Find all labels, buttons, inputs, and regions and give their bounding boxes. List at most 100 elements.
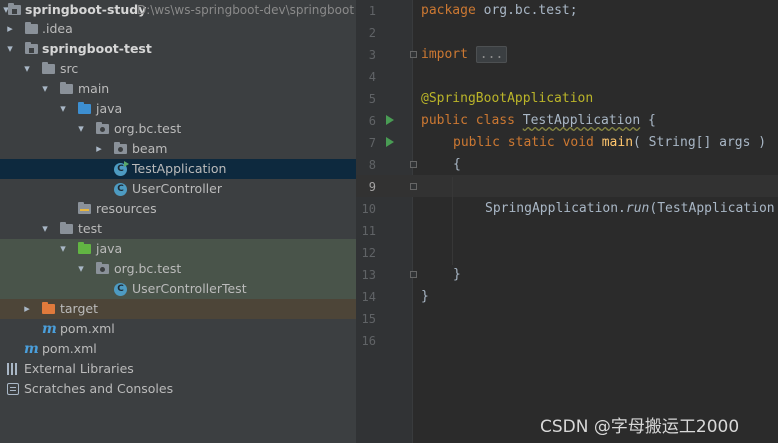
tree-item-target[interactable]: ▸ target: [0, 299, 356, 319]
line-number: 14: [361, 290, 376, 304]
line-number: 13: [361, 268, 376, 282]
source-folder-icon: [78, 102, 91, 114]
resources-folder-icon: [78, 202, 91, 214]
tree-item-label: src: [60, 61, 79, 76]
fold-icon[interactable]: [410, 271, 417, 278]
project-path: D:\ws\ws-springboot-dev\springboot: [137, 3, 355, 17]
tree-item-springboot-test[interactable]: ▾ springboot-test: [0, 39, 356, 59]
project-tree: ▾ springboot-study D:\ws\ws-springboot-d…: [0, 0, 356, 443]
code-text: (TestApplication: [649, 201, 775, 216]
tree-item-label: main: [78, 81, 110, 96]
chevron-down-icon[interactable]: ▾: [22, 59, 32, 79]
tree-item-java-main[interactable]: ▾ java: [0, 99, 356, 119]
tree-item-label: External Libraries: [24, 361, 134, 376]
keyword: public static void: [453, 135, 602, 150]
module-icon: [25, 42, 38, 54]
tree-item-label: TestApplication: [132, 161, 227, 176]
code-line-8: public static void main( String[] args ): [453, 132, 766, 154]
tree-item-label: org.bc.test: [114, 121, 182, 136]
method-call: run: [625, 201, 650, 216]
chevron-down-icon[interactable]: ▾: [76, 259, 86, 279]
tree-item-java-test[interactable]: ▾ java: [0, 239, 356, 259]
test-folder-icon: [78, 242, 91, 254]
tree-item-package-test[interactable]: ▾ org.bc.test: [0, 259, 356, 279]
class-name: TestApplication: [522, 113, 641, 128]
tree-item-pom-root[interactable]: m pom.xml: [0, 339, 356, 359]
tree-item-label: java: [96, 101, 123, 116]
run-icon[interactable]: [386, 115, 394, 125]
tree-item-external-libraries[interactable]: External Libraries: [0, 359, 356, 379]
folder-icon: [60, 222, 73, 234]
tree-item-test[interactable]: ▾ test: [0, 219, 356, 239]
code-line-11: SpringApplication.run(TestApplication: [485, 198, 775, 220]
code-line-1: package org.bc.test;: [421, 0, 578, 22]
chevron-down-icon[interactable]: ▾: [40, 219, 50, 239]
run-icon[interactable]: [386, 137, 394, 147]
tree-item-usercontroller[interactable]: C UserController: [0, 179, 356, 199]
code-text: SpringApplication.: [485, 201, 626, 216]
tree-item-springboot-study[interactable]: ▾ springboot-study D:\ws\ws-springboot-d…: [0, 0, 356, 20]
code-line-15: }: [421, 289, 429, 304]
tree-item-usercontrollertest[interactable]: C UserControllerTest: [0, 279, 356, 299]
tree-item-package-main[interactable]: ▾ org.bc.test: [0, 119, 356, 139]
code-line-3: import ...: [421, 44, 508, 66]
package-icon: [114, 142, 127, 154]
line-number: 10: [361, 202, 376, 216]
chevron-down-icon[interactable]: ▾: [76, 119, 86, 139]
keyword: public class: [421, 113, 523, 128]
tree-item-beam[interactable]: ▸ beam: [0, 139, 356, 159]
indent-guide: [452, 177, 453, 265]
fold-icon[interactable]: [410, 51, 417, 58]
fold-icon[interactable]: [410, 161, 417, 168]
tree-item-label: resources: [96, 201, 157, 216]
chevron-right-icon[interactable]: ▸: [94, 139, 104, 159]
tree-item-label: Scratches and Consoles: [24, 381, 174, 396]
line-number: 5: [368, 92, 376, 106]
line-number: 8: [368, 158, 376, 172]
keyword: import: [421, 47, 468, 62]
tree-item-testapplication[interactable]: C TestApplication: [0, 159, 356, 179]
line-number: 12: [361, 246, 376, 260]
chevron-down-icon[interactable]: ▾: [58, 99, 68, 119]
code-line-6: @SpringBootApplication: [421, 88, 593, 110]
line-number: 11: [361, 224, 376, 238]
tree-item-scratches[interactable]: Scratches and Consoles: [0, 379, 356, 399]
class-icon: C: [114, 183, 127, 196]
method-name: main: [601, 135, 634, 150]
chevron-down-icon[interactable]: ▾: [5, 39, 15, 59]
code-text: org.bc.test;: [475, 3, 578, 18]
folded-imports[interactable]: ...: [475, 46, 508, 63]
code-line-9: {: [453, 157, 461, 172]
tree-item-pom-module[interactable]: m pom.xml: [0, 319, 356, 339]
tree-item-resources[interactable]: resources: [0, 199, 356, 219]
class-icon: C: [114, 283, 127, 296]
tree-item-idea[interactable]: ▸ .idea: [0, 19, 356, 39]
chevron-right-icon[interactable]: ▸: [5, 19, 15, 39]
tree-item-label: .idea: [42, 21, 73, 36]
line-number: 15: [361, 312, 376, 326]
fold-icon[interactable]: [410, 183, 417, 190]
module-icon: [8, 3, 21, 15]
tree-item-label: target: [60, 301, 99, 316]
ide-window: ▾ springboot-study D:\ws\ws-springboot-d…: [0, 0, 778, 443]
folder-icon: [60, 82, 73, 94]
line-number: 16: [361, 334, 376, 348]
line-number-current: 9: [368, 180, 376, 194]
keyword: package: [421, 3, 476, 18]
watermark: CSDN @字母搬运工2000: [540, 417, 740, 437]
chevron-down-icon[interactable]: ▾: [40, 79, 50, 99]
tree-item-main[interactable]: ▾ main: [0, 79, 356, 99]
tree-item-src[interactable]: ▾ src: [0, 59, 356, 79]
tree-item-label: springboot-test: [42, 41, 152, 56]
tree-item-label: java: [96, 241, 123, 256]
tree-item-label: UserControllerTest: [132, 281, 247, 296]
current-line-highlight: [356, 175, 778, 197]
chevron-right-icon[interactable]: ▸: [22, 299, 32, 319]
folder-icon: [42, 62, 55, 74]
libraries-icon: [7, 363, 19, 375]
package-icon: [96, 262, 109, 274]
line-number: 6: [368, 114, 376, 128]
tree-item-label: beam: [132, 141, 168, 156]
chevron-down-icon[interactable]: ▾: [58, 239, 68, 259]
code-editor[interactable]: [413, 0, 778, 443]
